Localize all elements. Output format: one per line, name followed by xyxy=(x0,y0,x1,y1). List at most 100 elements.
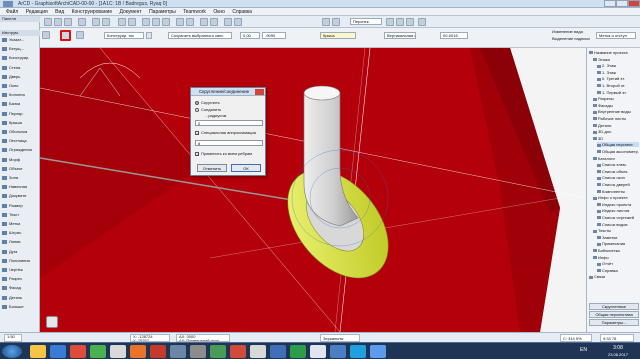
angle-field[interactable]: 9:33 78 xyxy=(600,334,634,342)
layer-dropdown-arrow[interactable] xyxy=(146,32,152,39)
navigator-item[interactable]: 3D-док. xyxy=(593,129,639,134)
navigator-item[interactable]: Список видов xyxy=(597,222,639,227)
app-icon-11[interactable] xyxy=(230,345,246,358)
layer-field[interactable]: Конструир. ткс xyxy=(104,32,144,39)
toolbox-item[interactable]: Указат... xyxy=(1,37,39,43)
open-file-icon[interactable] xyxy=(54,18,62,26)
navigator-item[interactable]: Библиотека xyxy=(593,248,639,253)
navigator-item[interactable]: Список чертежей xyxy=(597,215,639,220)
toolbox-item[interactable]: Морф xyxy=(1,157,39,163)
app-icon-8[interactable] xyxy=(170,345,186,358)
orbit-icon[interactable] xyxy=(176,18,184,26)
label-offset-button[interactable]: Метка и отступ xyxy=(596,32,636,39)
firefox-icon[interactable] xyxy=(130,345,146,358)
language-indicator[interactable]: EN xyxy=(580,347,587,353)
3d-viewport[interactable]: Скругление/соединение Скруглить Соединит… xyxy=(40,48,586,332)
apply-all-checkbox[interactable]: ✓ xyxy=(195,151,199,156)
navigator-item[interactable]: Справка xyxy=(597,268,639,273)
new-file-icon[interactable] xyxy=(44,18,52,26)
navigator-item[interactable]: Индекс листов xyxy=(597,208,639,213)
ie-icon[interactable] xyxy=(50,345,66,358)
navigator-item[interactable]: 2. Этаж xyxy=(597,63,639,68)
toolbox-item[interactable]: Разрез xyxy=(1,276,39,282)
explorer-icon[interactable] xyxy=(30,345,46,358)
navigator-item[interactable]: 3D xyxy=(593,136,639,141)
toolbox-item[interactable]: Полилиния xyxy=(1,258,39,264)
navigator-item[interactable]: Название проекта xyxy=(589,50,639,55)
view-field[interactable]: Вертикальная сист. xyxy=(384,32,416,39)
scale-field[interactable]: 1:50 xyxy=(4,334,22,342)
app-icon-18[interactable] xyxy=(370,345,386,358)
toolbox-item[interactable]: Чертёж xyxy=(1,267,39,273)
toolbox-item[interactable]: Деталь xyxy=(1,295,39,301)
render-icon[interactable] xyxy=(386,18,394,26)
menu-design[interactable]: Конструирование xyxy=(72,8,113,16)
toolbox-item[interactable]: Ограждения xyxy=(1,147,39,153)
minimize-button[interactable] xyxy=(604,0,616,7)
send-receive-icon[interactable] xyxy=(234,18,242,26)
chamfer-radio-button[interactable] xyxy=(195,107,199,112)
navigator-item[interactable]: Список окон xyxy=(597,175,639,180)
cutting-plane-icon[interactable] xyxy=(418,18,426,26)
skype-icon[interactable] xyxy=(350,345,366,358)
navigator-item[interactable]: 0. Третий эт. xyxy=(597,76,639,81)
toolbox-item[interactable]: Документ xyxy=(1,193,39,199)
menu-edit[interactable]: Редакция xyxy=(26,8,48,16)
radius-input[interactable]: 0 xyxy=(195,120,263,126)
app-icon-10[interactable] xyxy=(210,345,226,358)
teamwork-icon[interactable] xyxy=(224,18,232,26)
shading-icon[interactable] xyxy=(396,18,404,26)
apply-all-checkbox-row[interactable]: ✓ Применить ко всем ребрам xyxy=(195,151,252,156)
chrome-icon[interactable] xyxy=(90,345,106,358)
toolbox-item[interactable]: Объект xyxy=(1,166,39,172)
segments-checkbox[interactable]: ✓ xyxy=(195,130,199,135)
toolbox-item[interactable]: Дверь xyxy=(1,74,39,80)
toolbox-item[interactable]: Окно xyxy=(1,83,39,89)
navigator-item[interactable]: Каталоги xyxy=(593,156,639,161)
menu-options[interactable]: Параметры xyxy=(149,8,176,16)
navigator-button-2[interactable]: Общая перспектива xyxy=(589,311,639,318)
pointer-tool-icon[interactable] xyxy=(42,31,50,39)
fillet-radio[interactable]: Скруглить xyxy=(195,100,220,105)
navigator-item[interactable]: 1. Этаж xyxy=(597,70,639,75)
wireframe-icon[interactable] xyxy=(406,18,414,26)
navigator-button-1[interactable]: Скругленные xyxy=(589,303,639,310)
save-selection-field[interactable]: Сохранить выбранного канс xyxy=(168,32,232,39)
menu-help[interactable]: Справка xyxy=(232,8,252,16)
navigator-item[interactable]: Тексты xyxy=(593,228,639,233)
menu-window[interactable]: Окно xyxy=(213,8,225,16)
navigator-item[interactable]: Рабочие листы xyxy=(593,116,639,121)
toolbox-item[interactable]: Конструир. xyxy=(1,55,39,61)
pen-sets-icon[interactable] xyxy=(210,18,218,26)
navigator-item[interactable]: Примечания xyxy=(597,241,639,246)
clock-date[interactable]: 23.06.2017 xyxy=(600,352,636,357)
toolbox-item[interactable]: Балка xyxy=(1,101,39,107)
cancel-button[interactable]: Отменить xyxy=(197,164,227,172)
navigator-item[interactable]: Список дверей xyxy=(597,182,639,187)
toolbox-item[interactable]: Лестница xyxy=(1,138,39,144)
menu-teamwork[interactable]: Teamwork xyxy=(183,8,206,16)
navigator-item[interactable]: Отчёт xyxy=(597,261,639,266)
3d-scene[interactable] xyxy=(40,48,586,332)
navigator-item[interactable]: Инфо о проекте xyxy=(593,195,639,200)
toolbox-item[interactable]: Зона xyxy=(1,175,39,181)
toolbox-item[interactable]: Колонна xyxy=(1,92,39,98)
clock-time[interactable]: 3:08 xyxy=(600,345,636,351)
toolbox-item[interactable]: Навесная xyxy=(1,184,39,190)
navigation-cube-icon[interactable] xyxy=(46,316,58,328)
navigator-item[interactable]: Компоненты xyxy=(597,189,639,194)
archicad-task-icon[interactable] xyxy=(310,345,326,358)
navigator-item[interactable]: Разрезы xyxy=(593,96,639,101)
floor-plan-icon[interactable] xyxy=(118,18,126,26)
navigator-item[interactable]: Фасады xyxy=(593,103,639,108)
fillet-radio-button[interactable] xyxy=(195,100,199,105)
navigator-item[interactable]: Заметки xyxy=(597,235,639,240)
chamfer-radio[interactable]: Соединить xyxy=(195,107,221,112)
toolbox-item[interactable]: Размер xyxy=(1,203,39,209)
geometry-method-icon[interactable] xyxy=(76,31,84,39)
layers-icon[interactable] xyxy=(200,18,208,26)
start-button[interactable] xyxy=(2,345,22,358)
navigator-item[interactable]: Инфо xyxy=(593,255,639,260)
app-icon-5[interactable] xyxy=(110,345,126,358)
dialog-close-button[interactable] xyxy=(255,89,264,95)
